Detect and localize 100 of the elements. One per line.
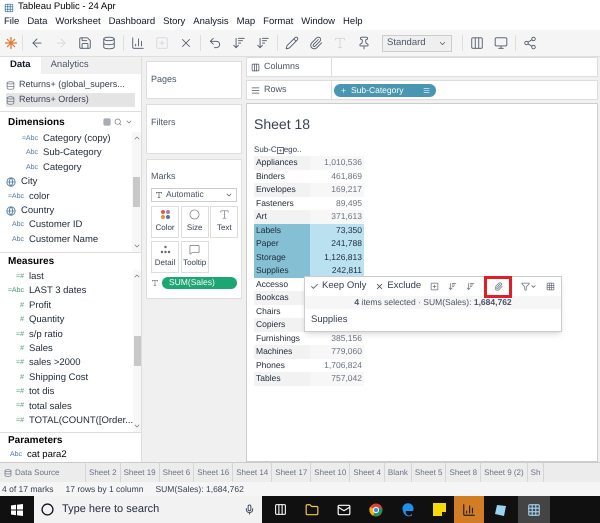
- taskbar-search[interactable]: Type here to search: [34, 496, 262, 523]
- card-title: Pages: [151, 74, 177, 84]
- menu-caret-icon[interactable]: [125, 118, 133, 126]
- row-header[interactable]: Art: [254, 210, 310, 224]
- field-item[interactable]: Customer Name: [29, 232, 98, 248]
- field-item[interactable]: Customer ID: [29, 218, 82, 233]
- data-source-item[interactable]: Returns+ Orders): [6, 93, 135, 107]
- microphone-icon: [244, 504, 255, 515]
- field-item[interactable]: TOTAL(COUNT([Order...: [29, 414, 134, 428]
- browser-icon[interactable]: [369, 502, 383, 516]
- table-cell: 1,126,813: [310, 250, 364, 264]
- report-app-icon[interactable]: [462, 502, 476, 516]
- table-cell: 1,706,824: [310, 358, 364, 372]
- row-header[interactable]: Appliances: [254, 156, 310, 170]
- field-item[interactable]: sales >2000: [29, 356, 80, 371]
- mark-type-dropdown[interactable]: Automatic: [151, 188, 237, 202]
- window-title: Tableau Public - 24 Apr: [18, 0, 116, 14]
- scrollbar-thumb[interactable]: [134, 336, 141, 366]
- field-item[interactable]: City: [21, 175, 38, 190]
- start-icon[interactable]: [11, 504, 23, 516]
- sticky-note-icon[interactable]: [433, 503, 446, 516]
- row-header[interactable]: Machines: [254, 345, 310, 358]
- menu-item[interactable]: Story: [163, 15, 186, 30]
- table-cell: 779,060: [310, 345, 364, 358]
- field-item[interactable]: Shipping Cost: [29, 370, 88, 386]
- menu-item[interactable]: Analysis: [193, 15, 229, 30]
- database-icon: [4, 468, 12, 476]
- menu-item[interactable]: File: [4, 15, 20, 30]
- keep-only-button[interactable]: Keep Only: [310, 279, 366, 294]
- status-text: 17 rows by 1 column: [66, 482, 144, 496]
- marks-button[interactable]: Detail: [151, 240, 179, 272]
- field-item[interactable]: last: [29, 270, 44, 284]
- section-title: Parameters: [8, 434, 62, 448]
- table-cell: 371,613: [310, 210, 364, 224]
- search-icon[interactable]: [114, 118, 122, 126]
- color-dots-icon: [160, 209, 170, 220]
- panel-tab[interactable]: Analytics: [40, 57, 141, 74]
- marks-button[interactable]: Tooltip: [180, 240, 209, 272]
- folder-icon[interactable]: [305, 502, 319, 516]
- field-item[interactable]: Sub-Category: [43, 146, 102, 161]
- marks-button[interactable]: Text: [210, 206, 238, 238]
- scroll-up-icon[interactable]: [133, 272, 141, 280]
- text-icon: [151, 278, 159, 286]
- card-title: Marks: [151, 170, 176, 183]
- marks-button[interactable]: Size: [180, 206, 209, 238]
- field-item[interactable]: tot dis: [29, 385, 54, 400]
- menu-item[interactable]: Dashboard: [108, 15, 156, 30]
- shelf-label: Rows: [264, 83, 287, 96]
- column-header: ego..: [284, 144, 302, 156]
- section-title: Dimensions: [8, 116, 65, 130]
- filter-icon[interactable]: [521, 282, 530, 291]
- row-header[interactable]: Supplies: [254, 264, 310, 278]
- table-cell: 89,495: [310, 196, 364, 210]
- field-item[interactable]: total sales: [29, 400, 72, 414]
- field-item[interactable]: Profit: [29, 298, 52, 314]
- row-header[interactable]: Labels: [254, 224, 310, 237]
- field-item[interactable]: Quantity: [29, 313, 64, 328]
- row-header[interactable]: Paper: [254, 237, 310, 250]
- field-item[interactable]: s/p ratio: [29, 328, 63, 342]
- data-source-item[interactable]: Returns+ (global_supers...: [6, 78, 135, 92]
- menu-item[interactable]: Worksheet: [55, 15, 101, 30]
- column-header: Sub-C: [254, 144, 277, 156]
- check-icon: [310, 282, 319, 291]
- table-cell: 73,350: [310, 224, 364, 237]
- scrollbar-thumb[interactable]: [133, 177, 140, 207]
- menu-item[interactable]: Map: [236, 15, 256, 30]
- row-header[interactable]: Envelopes: [254, 183, 310, 196]
- field-item[interactable]: cat para2: [27, 448, 67, 462]
- menu-item[interactable]: Window: [301, 15, 336, 30]
- menu-item[interactable]: Format: [263, 15, 294, 30]
- field-item[interactable]: Country: [21, 204, 54, 218]
- caret-icon[interactable]: [530, 283, 538, 290]
- scroll-down-icon[interactable]: [133, 422, 141, 430]
- scroll-down-icon[interactable]: [132, 242, 140, 250]
- paperclip-icon[interactable]: [494, 282, 503, 291]
- field-item[interactable]: LAST 3 dates: [29, 284, 86, 299]
- mail-icon[interactable]: [337, 502, 351, 516]
- expand-icon: [340, 86, 347, 94]
- menu-item[interactable]: Data: [27, 15, 48, 30]
- field-item[interactable]: Category: [43, 160, 82, 176]
- selection-summary: 4 items selected · SUM(Sales): 1,684,762: [354, 296, 512, 309]
- table-cell: 241,788: [310, 237, 364, 250]
- rows-icon: [251, 86, 260, 94]
- row-header[interactable]: Tables: [254, 372, 310, 386]
- expand-icon[interactable]: [276, 146, 284, 154]
- tooltip-icon: [189, 244, 200, 255]
- close-icon: [375, 282, 384, 291]
- menu-item[interactable]: Help: [343, 15, 363, 30]
- marks-button[interactable]: Color: [151, 206, 179, 238]
- database-icon: [6, 80, 15, 90]
- field-item[interactable]: Sales: [29, 342, 53, 356]
- field-item[interactable]: color: [29, 190, 50, 204]
- database-icon: [6, 96, 15, 104]
- app-logo-icon: [4, 2, 14, 12]
- row-header[interactable]: Storage: [254, 250, 310, 264]
- table-cell: 169,217: [310, 183, 364, 196]
- scroll-up-icon[interactable]: [132, 134, 140, 142]
- exclude-button[interactable]: Exclude: [375, 279, 422, 294]
- fit-dropdown[interactable]: Standard: [382, 34, 452, 52]
- field-item[interactable]: Category (copy): [43, 132, 111, 146]
